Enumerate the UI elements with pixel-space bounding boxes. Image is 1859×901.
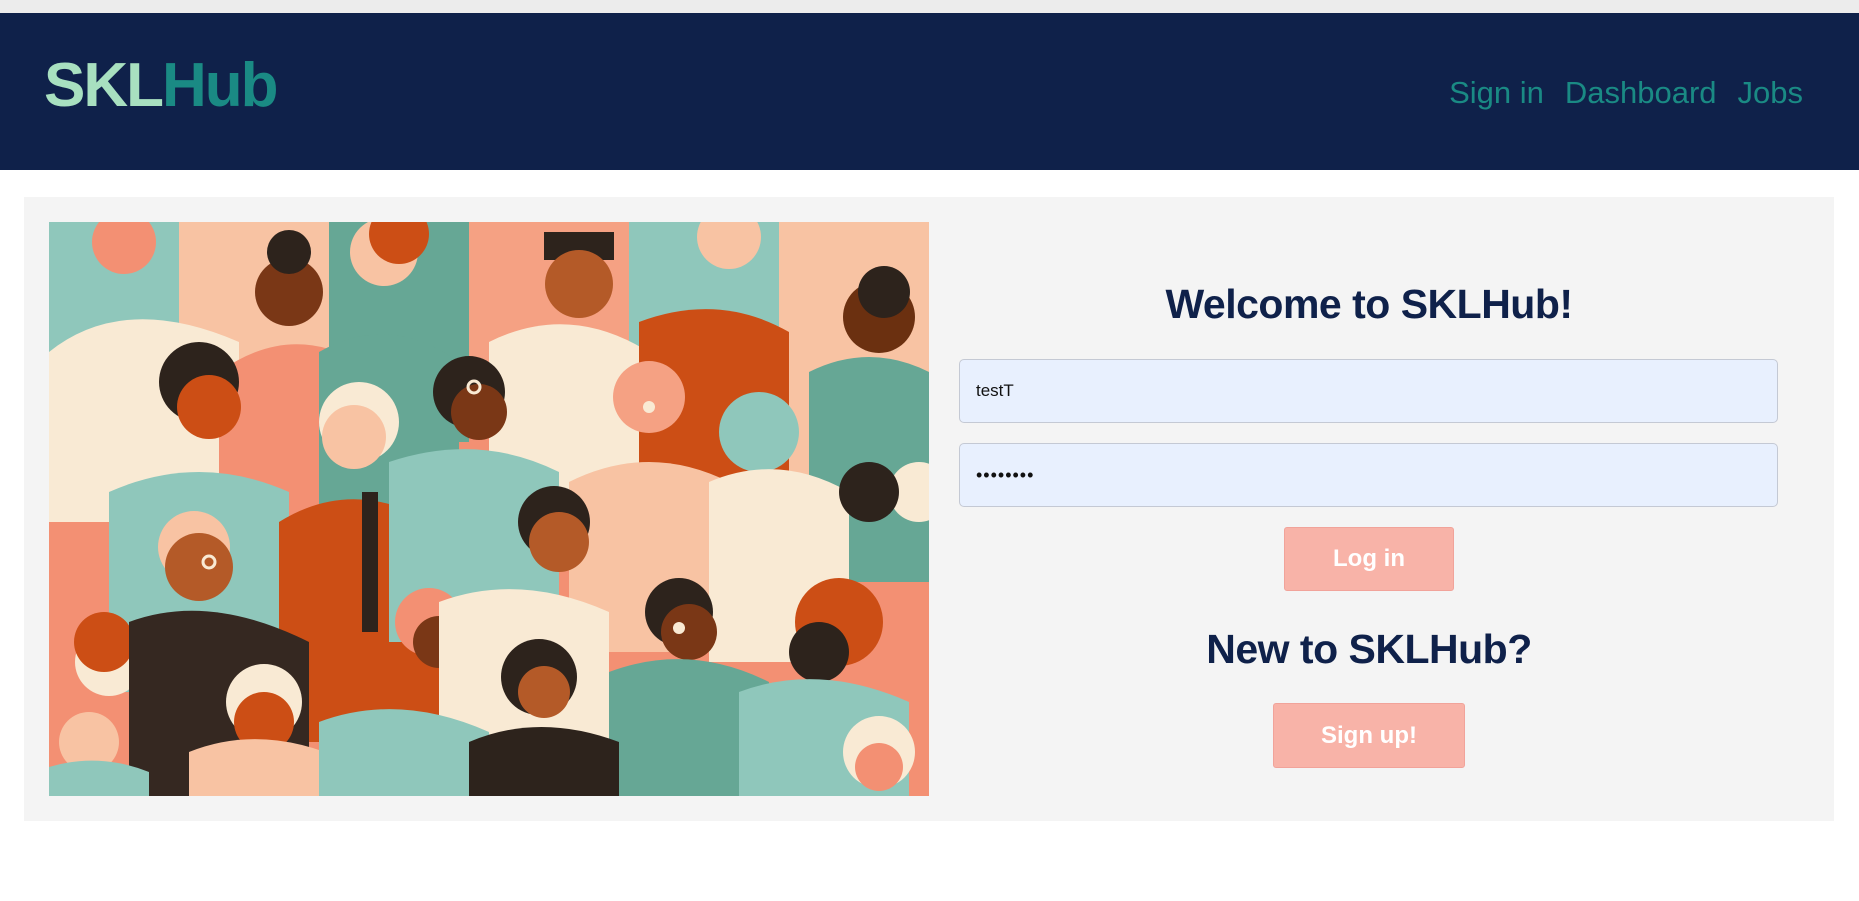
- navbar: SKLHub Sign in Dashboard Jobs: [0, 13, 1859, 170]
- nav-jobs-link[interactable]: Jobs: [1738, 75, 1803, 111]
- nav-sign-in-link[interactable]: Sign in: [1449, 75, 1544, 111]
- diverse-crowd-illustration: [49, 222, 929, 796]
- new-user-title: New to SKLHub?: [1206, 626, 1532, 672]
- username-input[interactable]: [959, 359, 1778, 423]
- signup-button[interactable]: Sign up!: [1273, 703, 1465, 768]
- login-form-section: Welcome to SKLHub! Log in New to SKLHub?…: [959, 197, 1779, 821]
- browser-top-strip: [0, 0, 1859, 13]
- hero-image: [49, 222, 929, 796]
- login-button[interactable]: Log in: [1284, 527, 1454, 591]
- welcome-title: Welcome to SKLHub!: [1165, 281, 1573, 327]
- password-input[interactable]: [959, 443, 1778, 507]
- logo-part-skl: SKL: [44, 51, 164, 120]
- nav-dashboard-link[interactable]: Dashboard: [1565, 75, 1717, 111]
- login-card: Welcome to SKLHub! Log in New to SKLHub?…: [24, 197, 1834, 821]
- logo[interactable]: SKLHub: [44, 55, 279, 117]
- logo-part-hub: Hub: [162, 51, 279, 120]
- nav-links: Sign in Dashboard Jobs: [1449, 75, 1803, 111]
